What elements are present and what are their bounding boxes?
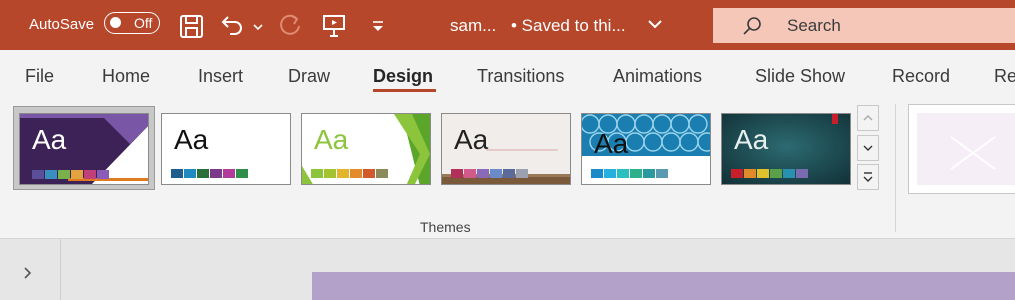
ribbon-tabs: File Home Insert Draw Design Transitions… [0,50,1015,98]
theme-sample-text: Aa [314,124,349,155]
scroll-up-button[interactable] [857,105,879,131]
theme-color-swatches [311,169,388,178]
theme-thumbnail[interactable]: Aa [161,113,291,185]
tab-home[interactable]: Home [102,66,150,87]
theme-thumbnail[interactable]: Aa [721,113,851,185]
autosave-toggle[interactable]: Off [104,12,160,34]
tab-review[interactable]: Re [994,66,1015,87]
present-icon[interactable] [320,12,348,40]
theme-color-swatches [591,169,668,178]
scroll-down-button[interactable] [857,135,879,161]
title-bar: AutoSave Off sam... • Saved to thi... Se… [0,0,1015,50]
theme-thumbnail[interactable]: Aa [301,113,431,185]
active-tab-indicator [373,89,436,92]
tab-transitions[interactable]: Transitions [477,66,564,87]
slide-canvas[interactable] [312,272,1015,300]
theme-sample-text: Aa [32,124,67,155]
theme-color-swatches [731,169,808,178]
theme-sample-text: Aa [594,128,629,159]
tab-animations[interactable]: Animations [613,66,702,87]
tab-insert[interactable]: Insert [198,66,243,87]
save-icon[interactable] [178,12,206,40]
theme-color-swatches [32,170,109,179]
theme-thumbnail[interactable]: Aa [19,113,149,185]
tab-file[interactable]: File [25,66,54,87]
theme-sample-text: Aa [734,124,769,155]
tab-record[interactable]: Record [892,66,950,87]
customize-toolbar-icon[interactable] [368,12,388,40]
search-placeholder: Search [787,16,841,35]
gallery-more-button[interactable] [857,164,879,190]
themes-group-label: Themes [420,219,471,235]
tab-draw[interactable]: Draw [288,66,330,87]
chevron-down-icon[interactable] [646,14,664,39]
group-divider [895,104,896,232]
tab-slide-show[interactable]: Slide Show [755,66,845,87]
slide-panel-divider [60,239,61,300]
undo-icon[interactable] [218,12,246,40]
variant-thumbnail[interactable] [908,104,1015,194]
tab-design[interactable]: Design [373,66,433,87]
autosave-label: AutoSave [29,16,95,33]
save-status[interactable]: • Saved to thi... [511,16,626,36]
theme-thumbnail[interactable]: Aa [581,113,711,185]
theme-color-swatches [451,169,528,178]
autosave-state: Off [134,15,153,31]
theme-sample-text: Aa [454,124,489,155]
undo-dropdown-icon[interactable] [251,12,265,40]
search-input[interactable]: Search [713,8,1015,43]
search-icon [741,15,763,42]
theme-sample-text: Aa [174,124,209,155]
theme-thumbnail[interactable]: Aa [441,113,571,185]
document-title[interactable]: sam... [450,16,496,36]
expand-slides-panel-icon[interactable] [22,265,34,286]
toggle-knob [110,17,121,28]
redo-icon[interactable] [276,12,304,40]
theme-color-swatches [171,169,248,178]
